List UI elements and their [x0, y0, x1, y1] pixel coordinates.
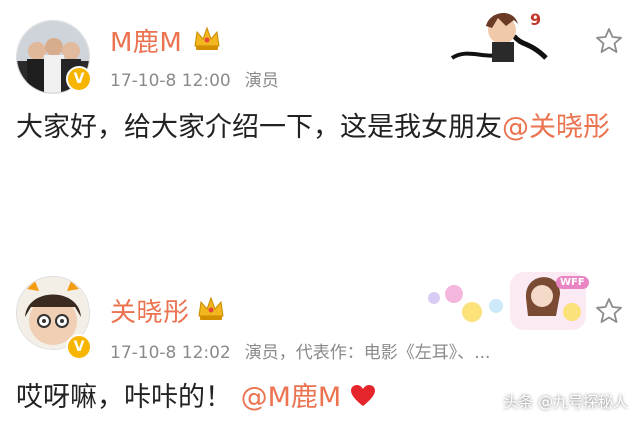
post-meta: 17-10-8 12:02 演员，代表作：电影《左耳》、... — [110, 338, 504, 363]
weibo-post-1: V M鹿M 17-10-8 12:00 演员 9 大家好，给大家介绍一下，这是我女… — [0, 0, 640, 210]
post-body: 大家好，给大家介绍一下，这是我女朋友 — [16, 112, 502, 143]
card-badge: WFF — [556, 276, 589, 289]
post-meta: 17-10-8 12:00 演员 — [110, 66, 293, 91]
card-decoration[interactable]: 9 — [450, 6, 560, 70]
star-icon[interactable] — [594, 296, 624, 326]
heart-icon — [350, 385, 375, 406]
author-name[interactable]: M鹿M — [110, 22, 182, 59]
author-role: 演员 — [244, 71, 279, 91]
crown-icon — [194, 26, 220, 50]
crown-icon — [198, 296, 224, 320]
mention-link[interactable]: @关晓彤 — [502, 112, 610, 143]
verified-v-icon: V — [66, 334, 92, 360]
card-decoration[interactable]: WFF — [410, 264, 590, 334]
author-name[interactable]: 关晓彤 — [110, 292, 190, 329]
verified-v-icon: V — [66, 66, 92, 92]
post-text: 大家好，给大家介绍一下，这是我女朋友@关晓彤 — [16, 106, 626, 150]
mention-link[interactable]: @M鹿M — [241, 382, 342, 413]
author-role: 演员，代表作：电影《左耳》、... — [244, 343, 491, 363]
card-skin-icon — [428, 272, 586, 330]
timestamp[interactable]: 17-10-8 12:02 — [110, 343, 231, 363]
watermark: 头条 @九号探秘人 — [503, 393, 628, 411]
card-number: 9 — [530, 10, 542, 29]
card-skin-icon — [450, 12, 548, 62]
timestamp[interactable]: 17-10-8 12:00 — [110, 71, 231, 91]
star-icon[interactable] — [594, 26, 624, 56]
post-separator — [0, 210, 640, 252]
post-body: 哎呀嘛，咔咔的！ — [16, 382, 232, 413]
